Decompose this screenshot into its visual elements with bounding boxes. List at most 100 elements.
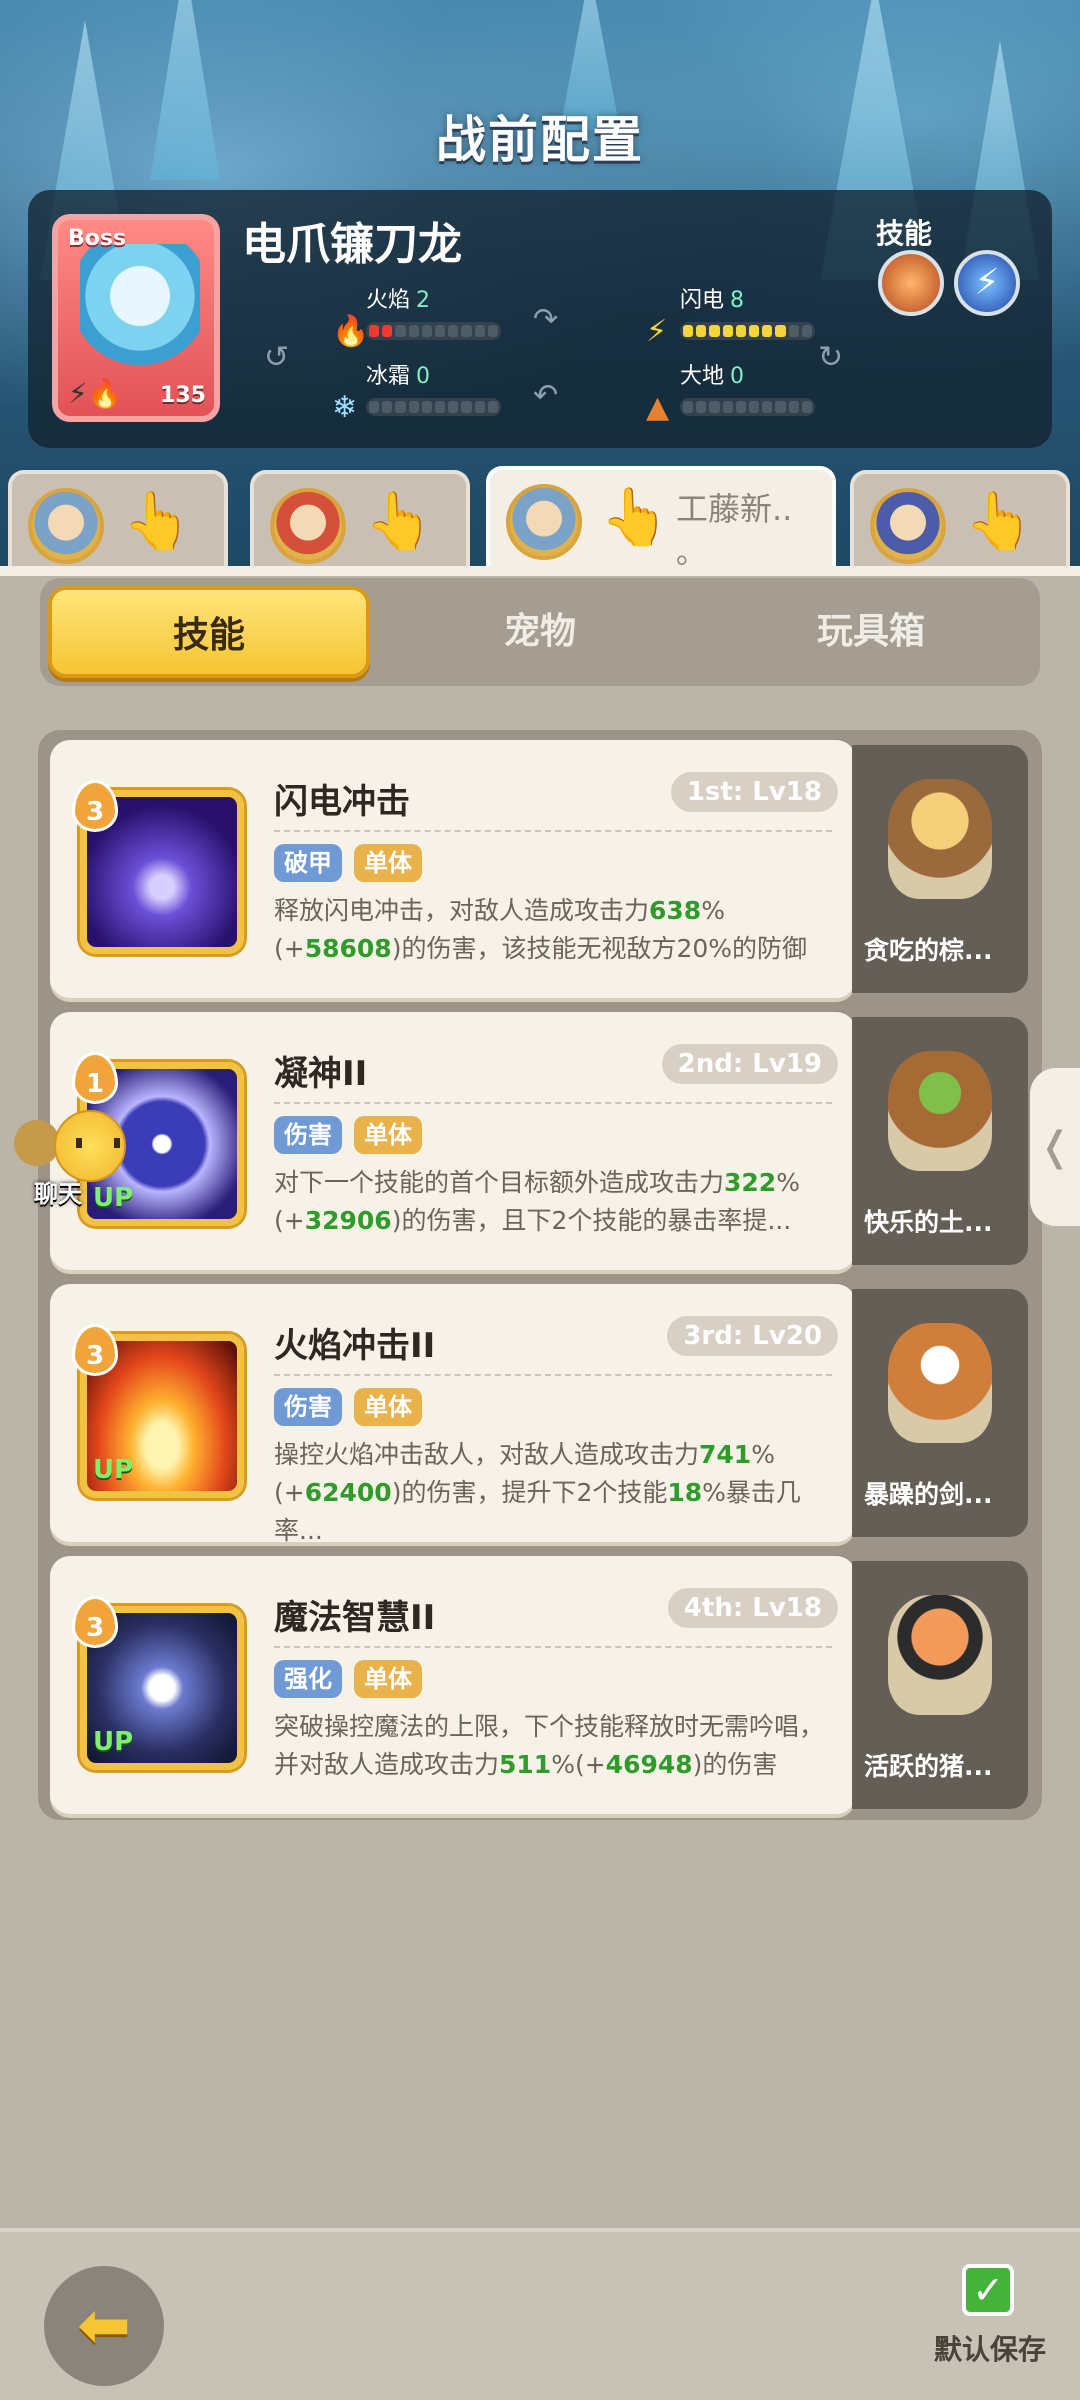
stat-bar-segment — [408, 401, 419, 413]
skill-name: 闪电冲击 — [274, 782, 410, 822]
skill-card[interactable]: UP 3 魔法智慧II 4th: Lv18 强化 单体 突破操控魔法的上限，下个… — [50, 1556, 856, 1814]
skill-card[interactable]: UP 3 火焰冲击II 3rd: Lv20 伤害 单体 操控火焰冲击敌人，对敌人… — [50, 1284, 856, 1545]
team-tab-4[interactable]: 👆 — [850, 470, 1070, 570]
pet-name: 活跃的猪... — [864, 1752, 993, 1781]
team-tab-1[interactable]: 👆 — [8, 470, 228, 570]
stat-bar-segment — [408, 325, 419, 337]
stat-bar-segment — [749, 401, 760, 413]
skill-description: 释放闪电冲击，对敌人造成攻击力638%(+58608)的伤害，该技能无视敌方20… — [274, 892, 836, 968]
stat-bar-segment — [461, 325, 472, 337]
stat-bar-segment — [461, 401, 472, 413]
stat-bar-segment — [487, 401, 499, 413]
character-avatar — [506, 484, 582, 560]
tab-skills[interactable]: 技能 — [48, 586, 370, 678]
stat-bar-segment — [788, 401, 799, 413]
pet-card[interactable]: 快乐的土... — [852, 1017, 1028, 1265]
desc-text: 释放闪电冲击，对敌人造成攻击力 — [274, 896, 650, 925]
skill-rank-badge: 3 — [72, 780, 118, 832]
stat-bar-segment — [762, 325, 773, 337]
skill-target-tag: 单体 — [354, 844, 422, 882]
skill-type-tag: 破甲 — [274, 844, 342, 882]
desc-text: )的伤害，且下2个技能的暴击率提... — [391, 1206, 792, 1235]
stat-bar-segment — [474, 325, 485, 337]
skill-card[interactable]: UP 1 凝神II 2nd: Lv19 伤害 单体 对下一个技能的首个目标额外造… — [50, 1012, 856, 1270]
stat-fire-value: 2 — [416, 288, 431, 313]
cycle-arrow-icon: ↺ — [264, 340, 290, 375]
stat-bar-segment — [801, 325, 813, 337]
page-title: 战前配置 — [436, 111, 644, 169]
tab-pets[interactable]: 宠物 — [379, 586, 701, 678]
stat-bar-segment — [762, 401, 773, 413]
cycle-arrow-icon: ↻ — [818, 340, 844, 375]
team-member-name: 工藤新.. — [676, 490, 793, 528]
upgrade-tag: UP — [93, 1727, 134, 1757]
tab-toybox[interactable]: 玩具箱 — [710, 586, 1032, 678]
fox-pet-icon — [888, 1323, 992, 1443]
skill-name: 凝神II — [274, 1054, 368, 1094]
skill-type-tag: 伤害 — [274, 1388, 342, 1426]
desc-value: 741 — [699, 1440, 752, 1469]
boss-name: 电爪镰刀龙 — [242, 219, 462, 270]
side-drawer-handle[interactable]: ❬ — [1030, 1068, 1080, 1226]
stat-bar-segment — [775, 325, 786, 337]
pet-name: 快乐的土... — [864, 1208, 993, 1237]
pet-name: 暴躁的剑... — [864, 1480, 993, 1509]
smiley-icon — [54, 1110, 126, 1182]
skill-rank-badge: 1 — [72, 1052, 118, 1104]
skill-name: 魔法智慧II — [274, 1598, 436, 1638]
lightning-icon: ⚡ — [646, 314, 668, 349]
desc-text: %(+ — [551, 1750, 606, 1779]
boss-skills-label: 技能 — [875, 217, 932, 250]
hand-pointer-icon: 👆 — [364, 489, 434, 554]
default-save-label: 默认保存 — [934, 2333, 1047, 2366]
boss-skill-lightning-icon[interactable]: ⚡ — [954, 250, 1020, 316]
skill-rank-badge: 3 — [72, 1596, 118, 1648]
stat-bar-segment — [683, 325, 694, 337]
stat-earth-bar — [680, 398, 815, 416]
skill-type-tag: 强化 — [274, 1660, 342, 1698]
stat-bar-segment — [421, 325, 433, 337]
cycle-arrow-icon: ↶ — [533, 378, 559, 413]
skill-card[interactable]: 3 闪电冲击 1st: Lv18 破甲 单体 释放闪电冲击，对敌人造成攻击力63… — [50, 740, 856, 998]
character-avatar — [270, 488, 346, 564]
fire-icon: 🔥 — [332, 314, 370, 349]
skill-target-tag: 单体 — [354, 1388, 422, 1426]
skill-level-tag: 2nd: Lv19 — [661, 1044, 838, 1084]
stat-bar-segment — [435, 325, 446, 337]
desc-value: 46948 — [605, 1750, 693, 1779]
boss-skill-claw-icon[interactable] — [878, 250, 944, 316]
skill-target-tag: 单体 — [354, 1116, 422, 1154]
chat-button[interactable]: 聊天 — [14, 1104, 126, 1208]
boss-portrait[interactable]: Boss ⚡🔥 135 — [52, 214, 220, 422]
desc-value: 62400 — [304, 1478, 392, 1507]
bottom-bar: ⬅ ✓ 默认保存 — [0, 2228, 1080, 2400]
stat-bar-segment — [395, 325, 406, 337]
element-icons: ⚡🔥 — [68, 377, 123, 410]
pet-name: 贪吃的棕... — [864, 936, 993, 965]
stat-bar-segment — [448, 401, 459, 413]
pet-card[interactable]: 贪吃的棕... — [852, 745, 1028, 993]
divider — [274, 1102, 832, 1104]
desc-text: 操控火焰冲击敌人，对敌人造成攻击力 — [274, 1440, 700, 1469]
desc-value: 511 — [499, 1750, 552, 1779]
team-tab-2[interactable]: 👆 — [250, 470, 470, 570]
back-button[interactable]: ⬅ — [44, 2266, 164, 2386]
character-avatar — [28, 488, 104, 564]
pet-card[interactable]: 活跃的猪... — [852, 1561, 1028, 1809]
stat-lightning-label: 闪电 — [680, 288, 725, 313]
default-save-checkbox[interactable]: ✓ — [962, 2264, 1014, 2316]
stat-bar-segment — [382, 325, 393, 337]
desc-text: 对下一个技能的首个目标额外造成攻击力 — [274, 1168, 725, 1197]
team-tab-3-active[interactable]: 👆 工藤新.. 。 — [486, 466, 836, 576]
mountain-icon: ▲ — [646, 390, 670, 425]
stat-bar-segment — [735, 401, 747, 413]
desc-value: 58608 — [304, 934, 392, 963]
monkey-pet-icon — [888, 1051, 992, 1171]
boss-badge: Boss — [68, 226, 127, 251]
character-avatar — [870, 488, 946, 564]
divider — [274, 830, 832, 832]
stat-ice-label: 冰霜 — [366, 364, 411, 389]
stat-ice-bar — [366, 398, 501, 416]
pet-card[interactable]: 暴躁的剑... — [852, 1289, 1028, 1537]
stat-fire-bar — [366, 322, 501, 340]
